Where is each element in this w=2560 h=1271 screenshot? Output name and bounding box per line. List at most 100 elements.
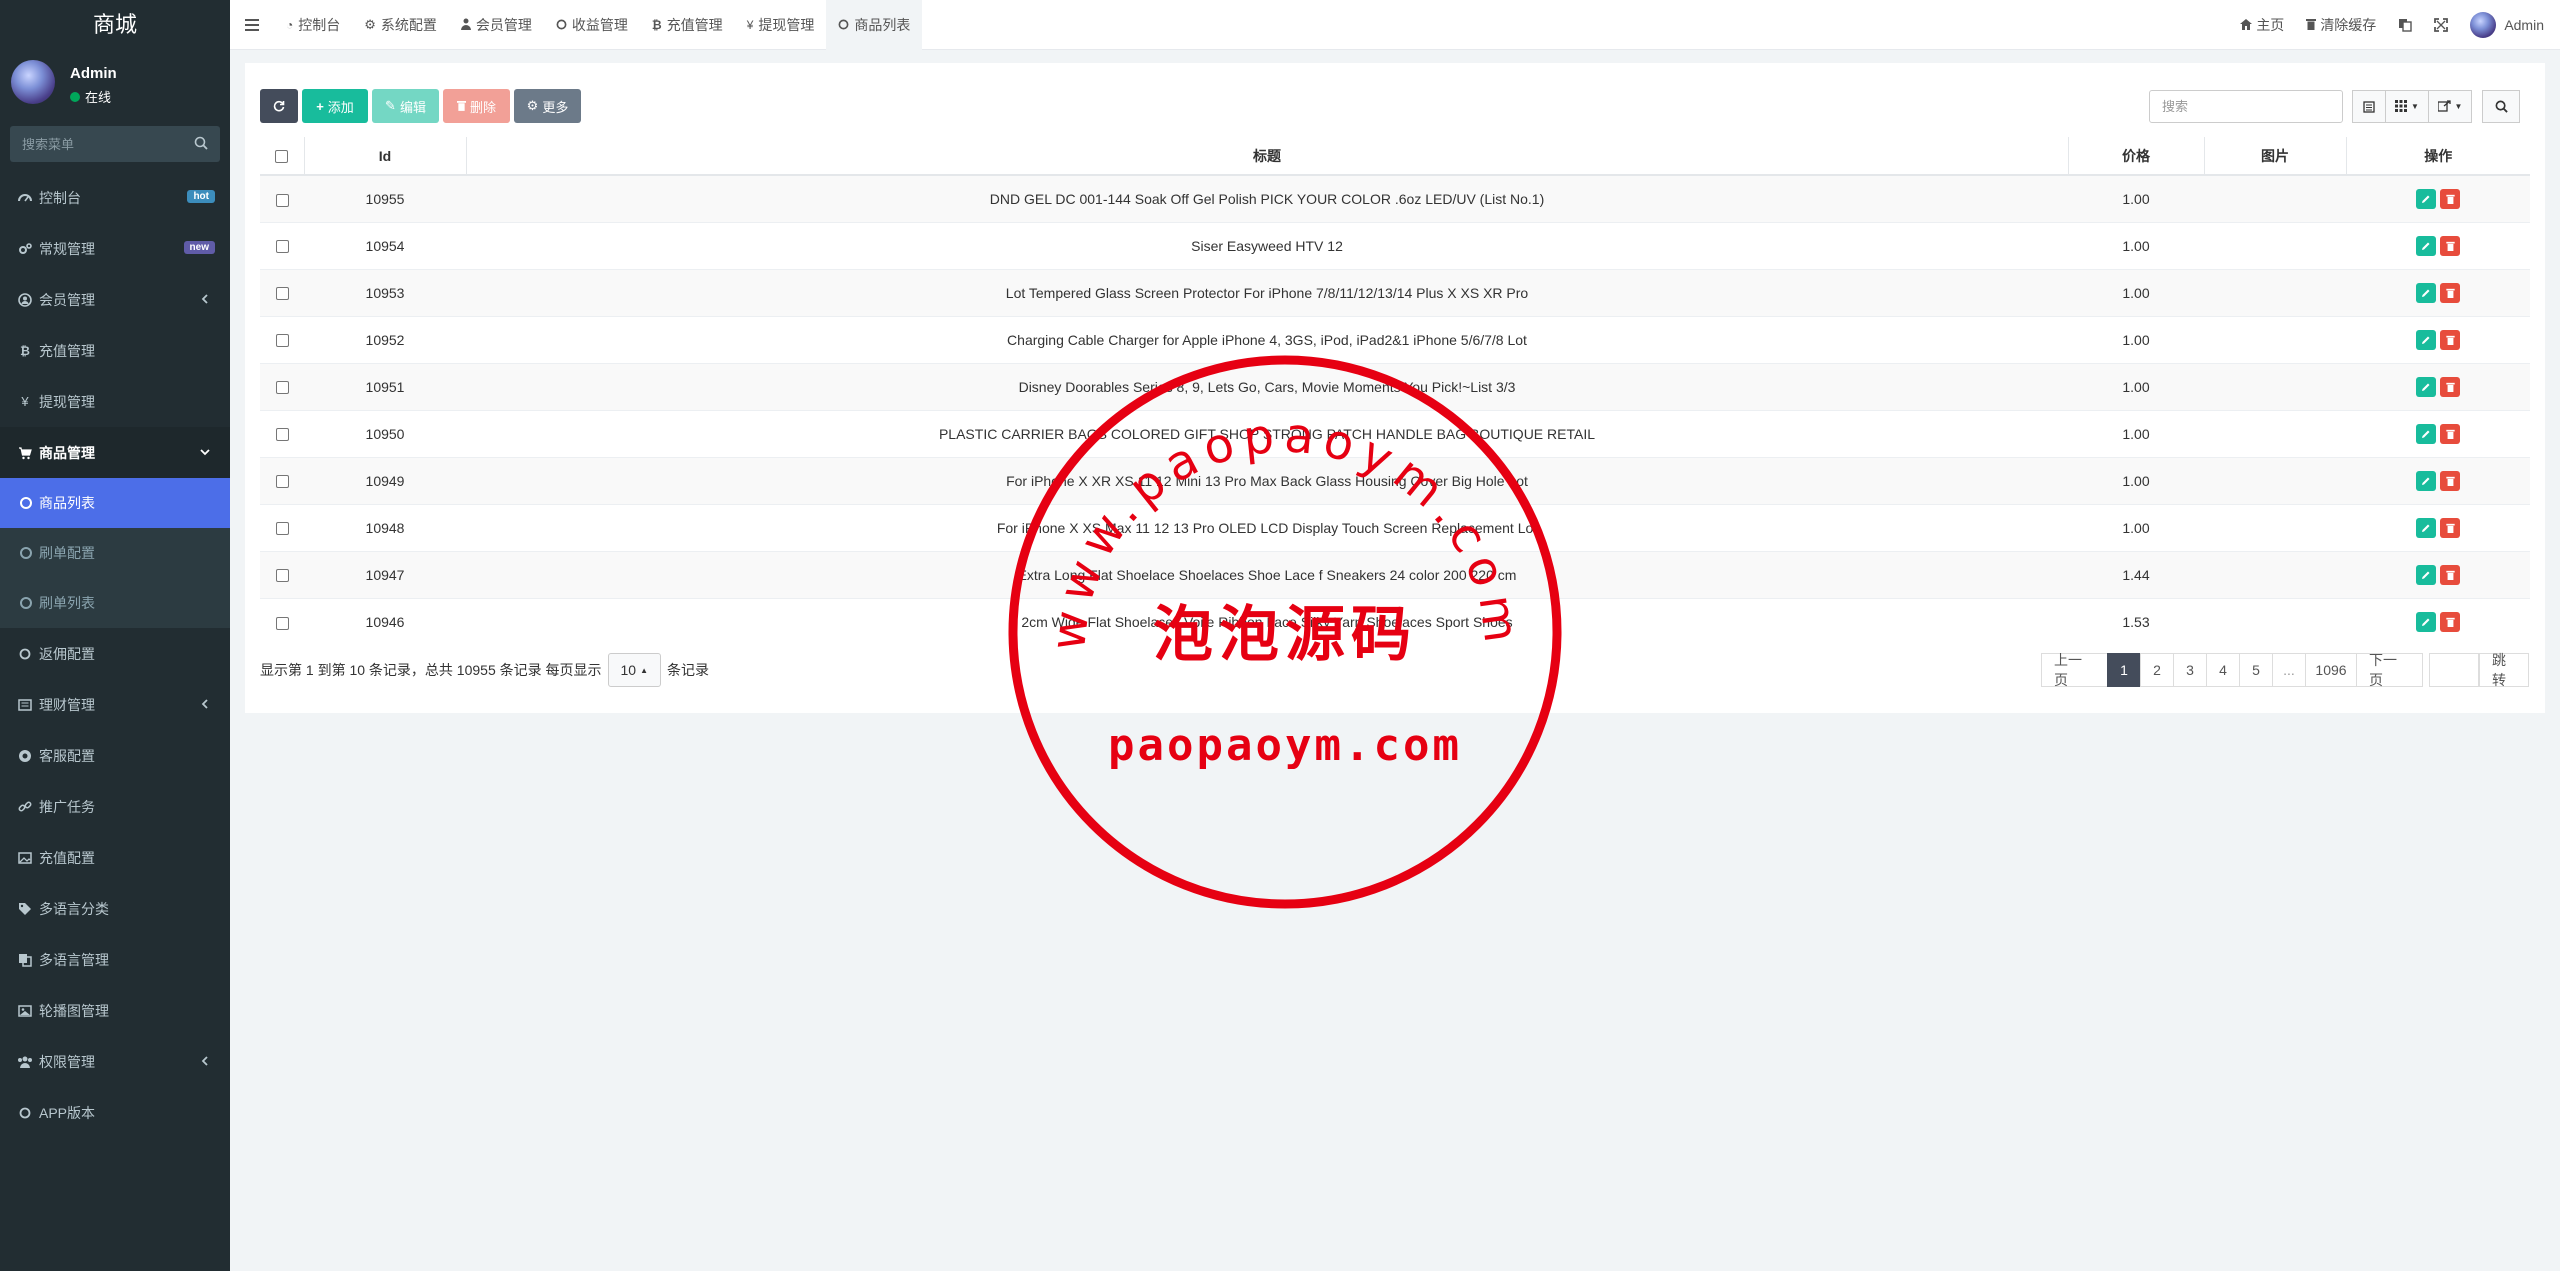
clear-cache-button[interactable]: 清除缓存 <box>2306 15 2376 35</box>
column-header-title[interactable]: 标题 <box>466 137 2069 176</box>
row-delete-button[interactable] <box>2440 470 2460 491</box>
table-row[interactable]: 10949 For iPhone X XR XS 11 12 Mini 13 Pr… <box>260 456 2530 504</box>
column-header-image[interactable]: 图片 <box>2204 137 2347 176</box>
row-checkbox[interactable] <box>275 287 289 301</box>
table-row[interactable]: 10952 Charging Cable Charger for Apple iP… <box>260 315 2530 363</box>
sidebar-item-app-version[interactable]: APP版本 <box>0 1087 230 1138</box>
table-row[interactable]: 10954 Siser Easyweed HTV 12 1.00 <box>260 221 2530 269</box>
row-checkbox[interactable] <box>275 475 289 489</box>
sidebar-item-dashboard[interactable]: 控制台 hot <box>0 172 230 223</box>
sidebar-item-recharge-config[interactable]: 充值配置 <box>0 832 230 883</box>
add-button[interactable]: + 添加 <box>302 89 368 123</box>
row-checkbox[interactable] <box>275 616 289 630</box>
table-search-input[interactable] <box>2149 90 2343 123</box>
row-delete-button[interactable] <box>2440 423 2460 444</box>
tab-earnings[interactable]: 收益管理 <box>544 0 640 50</box>
fullscreen-icon[interactable] <box>2434 18 2449 32</box>
row-checkbox[interactable] <box>275 240 289 254</box>
column-header-price[interactable]: 价格 <box>2068 137 2205 176</box>
export-dropdown-button[interactable]: ▼ <box>2428 90 2472 123</box>
sidebar-subitem-product-list[interactable]: 商品列表 <box>0 478 230 528</box>
select-all-checkbox[interactable] <box>275 150 289 164</box>
row-delete-button[interactable] <box>2440 282 2460 303</box>
row-delete-button[interactable] <box>2440 517 2460 538</box>
jump-button[interactable]: 跳转 <box>2479 652 2529 688</box>
row-edit-button[interactable] <box>2416 329 2436 350</box>
home-link[interactable]: 主页 <box>2240 15 2284 35</box>
sidebar-item-recharge[interactable]: ₿ 充值管理 <box>0 325 230 376</box>
row-delete-button[interactable] <box>2440 235 2460 256</box>
row-checkbox[interactable] <box>275 381 289 395</box>
admin-menu[interactable]: Admin <box>2470 12 2544 38</box>
table-row[interactable]: 10948 For iPhone X XS Max 11 12 13 Pro OL… <box>260 503 2530 551</box>
row-edit-button[interactable] <box>2416 470 2436 491</box>
page-button-4[interactable]: 4 <box>2206 653 2240 687</box>
toggle-view-icon[interactable] <box>2352 90 2386 123</box>
tab-dashboard[interactable]: ◔ 控制台 <box>274 0 352 50</box>
tab-withdraw[interactable]: ¥ 提现管理 <box>735 0 827 50</box>
row-edit-button[interactable] <box>2416 188 2436 209</box>
column-header-id[interactable]: Id <box>304 137 467 176</box>
row-checkbox[interactable] <box>275 569 289 583</box>
page-size-select[interactable]: 10 ▲ <box>607 653 662 687</box>
sidebar-item-carousel[interactable]: 轮播图管理 <box>0 985 230 1036</box>
row-edit-button[interactable] <box>2416 376 2436 397</box>
prev-page-button[interactable]: 上一页 <box>2041 652 2108 688</box>
sidebar-item-general[interactable]: 常规管理 new <box>0 223 230 274</box>
sidebar-item-lang-category[interactable]: 多语言分类 <box>0 883 230 934</box>
tab-system-config[interactable]: ⚙ 系统配置 <box>352 0 449 50</box>
row-edit-button[interactable] <box>2416 282 2436 303</box>
page-button-last[interactable]: 1096 <box>2305 653 2357 687</box>
sidebar-item-lang-manage[interactable]: 多语言管理 <box>0 934 230 985</box>
table-row[interactable]: 10951 Disney Doorables Series 8, 9, Lets … <box>260 362 2530 410</box>
row-delete-button[interactable] <box>2440 188 2460 209</box>
table-row[interactable]: 10955 DND GEL DC 001-144 Soak Off Gel Pol… <box>260 174 2530 222</box>
refresh-button[interactable] <box>260 89 298 123</box>
menu-toggle-icon[interactable] <box>230 0 274 50</box>
language-toggle-icon[interactable] <box>2398 18 2413 32</box>
row-edit-button[interactable] <box>2416 517 2436 538</box>
table-row[interactable]: 10946 2cm Wide Flat Shoelaces Voile Ribbo… <box>260 597 2530 645</box>
table-row[interactable]: 10947 Extra Long Flat Shoelace Shoelaces … <box>260 550 2530 598</box>
row-checkbox[interactable] <box>275 193 289 207</box>
sidebar-item-service[interactable]: 客服配置 <box>0 730 230 781</box>
sidebar-item-withdraw[interactable]: ¥ 提现管理 <box>0 376 230 427</box>
page-button-1[interactable]: 1 <box>2107 653 2141 687</box>
row-checkbox[interactable] <box>275 522 289 536</box>
tab-members[interactable]: 会员管理 <box>449 0 544 50</box>
sidebar-item-members[interactable]: 会员管理 <box>0 274 230 325</box>
tab-recharge[interactable]: ₿ 充值管理 <box>640 0 735 50</box>
row-edit-button[interactable] <box>2416 423 2436 444</box>
table-row[interactable]: 10950 PLASTIC CARRIER BAGS COLORED GIFT S… <box>260 409 2530 457</box>
delete-button[interactable]: 删除 <box>443 89 510 123</box>
row-delete-button[interactable] <box>2440 329 2460 350</box>
search-icon[interactable] <box>194 136 208 150</box>
row-edit-button[interactable] <box>2416 611 2436 632</box>
tab-product-list[interactable]: 商品列表 <box>826 0 923 50</box>
advanced-search-button[interactable] <box>2482 90 2520 123</box>
row-edit-button[interactable] <box>2416 235 2436 256</box>
sidebar-search-input[interactable] <box>10 126 220 162</box>
sidebar-item-promotion[interactable]: 推广任务 <box>0 781 230 832</box>
edit-button[interactable]: ✎ 编辑 <box>372 89 439 123</box>
row-delete-button[interactable] <box>2440 376 2460 397</box>
row-checkbox[interactable] <box>275 428 289 442</box>
page-button-3[interactable]: 3 <box>2173 653 2207 687</box>
row-delete-button[interactable] <box>2440 611 2460 632</box>
row-edit-button[interactable] <box>2416 564 2436 585</box>
sidebar-item-products[interactable]: 商品管理 <box>0 427 230 478</box>
next-page-button[interactable]: 下一页 <box>2356 652 2423 688</box>
sidebar-item-commission[interactable]: 返佣配置 <box>0 628 230 679</box>
jump-page-input[interactable] <box>2429 653 2479 687</box>
sidebar-item-permissions[interactable]: 权限管理 <box>0 1036 230 1087</box>
columns-dropdown-button[interactable]: ▼ <box>2385 90 2429 123</box>
sidebar-item-finance[interactable]: 理财管理 <box>0 679 230 730</box>
sidebar-subitem-order-list[interactable]: 刷单列表 <box>0 578 230 628</box>
row-delete-button[interactable] <box>2440 564 2460 585</box>
sidebar-subitem-order-config[interactable]: 刷单配置 <box>0 528 230 578</box>
page-button-5[interactable]: 5 <box>2239 653 2273 687</box>
more-button[interactable]: ⚙ 更多 <box>514 89 581 123</box>
row-checkbox[interactable] <box>275 334 289 348</box>
page-button-2[interactable]: 2 <box>2140 653 2174 687</box>
table-row[interactable]: 10953 Lot Tempered Glass Screen Protector… <box>260 268 2530 316</box>
